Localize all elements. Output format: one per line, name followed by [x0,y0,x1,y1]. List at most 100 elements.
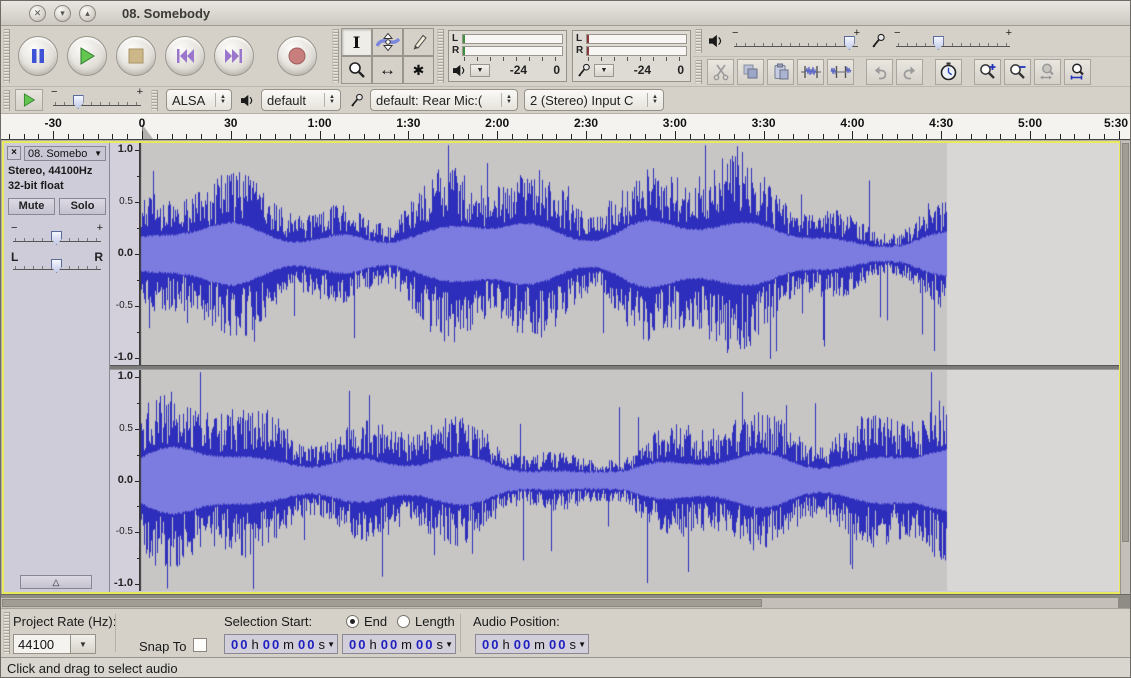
window-title: 08. Somebody [122,6,210,21]
slider-thumb[interactable] [51,231,62,245]
collapse-triangle-icon: △ [53,577,60,587]
toolbar-grip[interactable] [151,90,158,111]
timeline-label: 1:00 [308,116,332,130]
silence-audio-button[interactable] [827,59,854,85]
mute-button[interactable]: Mute [8,198,55,215]
vertical-scrollbar[interactable] [1120,141,1130,594]
cut-button[interactable] [707,59,734,85]
toolbar-grip[interactable] [695,29,702,53]
track-format-info: Stereo, 44100Hz [8,165,92,177]
length-radio[interactable] [397,615,410,628]
speaker-icon [452,64,467,77]
playback-meter[interactable]: L R ▼ -24 0 [448,30,567,82]
window-maximize-button[interactable]: ▴ [79,5,96,22]
minus-label: − [51,87,57,97]
recording-meter-dropdown[interactable]: ▼ [594,64,614,77]
ibeam-icon: I [353,33,360,52]
zoom-out-button[interactable] [1004,59,1031,85]
meter-channel-label: R [452,46,462,56]
input-volume-slider[interactable]: − + [894,30,1012,52]
output-volume-slider[interactable]: − + [732,30,860,52]
toolbar-grip[interactable] [3,612,10,654]
output-device-select[interactable]: default ▲▼ [261,89,341,111]
snap-to-checkbox[interactable] [193,638,207,652]
toolbar-grip[interactable] [695,60,702,84]
timeline-tick [38,134,39,139]
fit-selection-button[interactable] [1034,59,1061,85]
paste-button[interactable] [767,59,794,85]
play-at-speed-button[interactable] [15,89,43,111]
end-radio[interactable] [346,615,359,628]
play-icon [78,47,96,65]
input-device-select[interactable]: default: Rear Mic:( ▲▼ [370,89,518,111]
time-shift-tool-button[interactable]: ↔ [372,56,403,84]
time-field-dropdown-arrow[interactable]: ▼ [445,640,453,649]
project-rate-dropdown-button[interactable]: ▼ [70,634,96,654]
window-close-button[interactable]: ✕ [29,5,46,22]
timeline-tick [334,134,335,139]
timeline-tick [660,134,661,139]
track-close-button[interactable]: × [7,146,21,160]
timeline-label: 0 [139,116,146,130]
silence-icon [830,63,852,81]
toolbar-grip[interactable] [437,29,444,83]
waveform-left-channel[interactable] [140,143,1119,365]
copy-button[interactable] [737,59,764,85]
slider-thumb[interactable] [51,259,62,273]
amplitude-scale-label: 0.5 [119,422,133,435]
zoom-in-button[interactable] [974,59,1001,85]
trim-audio-button[interactable] [797,59,824,85]
waveform-right-channel[interactable] [140,370,1119,591]
transport-toolbar [12,26,330,86]
timeline-tick [764,131,765,139]
playback-speed-slider[interactable]: − + [51,89,143,111]
zoom-tool-button[interactable] [341,56,372,84]
record-button[interactable] [277,36,317,76]
input-channels-select[interactable]: 2 (Stereo) Input C ▲▼ [524,89,664,111]
track-gain-slider[interactable]: − + [11,225,103,247]
slider-thumb[interactable] [844,36,855,50]
playback-meter-bar-left [462,34,563,44]
selection-end-time-field[interactable]: 00 h 00 m 00 s▼ [342,634,456,654]
envelope-tool-button[interactable] [372,28,403,56]
toolbar-grip[interactable] [3,29,10,83]
solo-button[interactable]: Solo [59,198,106,215]
playback-meter-dropdown[interactable]: ▼ [470,64,490,77]
timeline-tick [616,134,617,139]
toolbar-grip[interactable] [332,29,339,83]
skip-to-end-button[interactable] [214,36,254,76]
sync-lock-tracks-button[interactable] [935,59,962,85]
audio-position-time-field[interactable]: 00 h 00 m 00 s▼ [475,634,589,654]
skip-to-start-button[interactable] [165,36,205,76]
time-field-dropdown-arrow[interactable]: ▼ [578,640,586,649]
time-field-dropdown-arrow[interactable]: ▼ [327,640,335,649]
draw-tool-button[interactable] [403,28,434,56]
stop-button[interactable] [116,36,156,76]
slider-thumb[interactable] [73,95,84,109]
vertical-scrollbar-thumb[interactable] [1122,143,1129,542]
selection-tool-button[interactable]: I [341,28,372,56]
horizontal-scrollbar-thumb[interactable] [2,599,762,607]
track-pan-slider[interactable]: L R [11,253,103,275]
toolbar-grip[interactable] [3,90,10,111]
project-rate-select[interactable]: 44100 [13,634,71,654]
fit-project-button[interactable] [1064,59,1091,85]
timeline-tick [1074,134,1075,139]
timeline-ruler[interactable]: -300301:001:302:002:303:003:304:004:305:… [1,113,1130,140]
pause-button[interactable] [18,36,58,76]
device-toolbar: ALSA ▲▼ default ▲▼ default: Rear Mic:( ▲… [160,89,664,111]
multi-tool-button[interactable]: ✱ [403,56,434,84]
play-button[interactable] [67,36,107,76]
status-bar: Click and drag to select audio [1,657,1130,678]
time-field-char: 0 [491,637,498,652]
track-collapse-button[interactable]: △ [20,575,92,589]
audio-position-label: Audio Position: [473,614,560,629]
undo-button[interactable] [866,59,893,85]
track-title-menu[interactable]: 08. Somebo ▼ [24,146,106,161]
recording-meter[interactable]: L R ▼ -24 0 [572,30,691,82]
selection-start-time-field[interactable]: 00 h 00 m 00 s▼ [224,634,338,654]
redo-button[interactable] [896,59,923,85]
window-minimize-button[interactable]: ▾ [54,5,71,22]
slider-thumb[interactable] [933,36,944,50]
audio-host-select[interactable]: ALSA ▲▼ [166,89,232,111]
